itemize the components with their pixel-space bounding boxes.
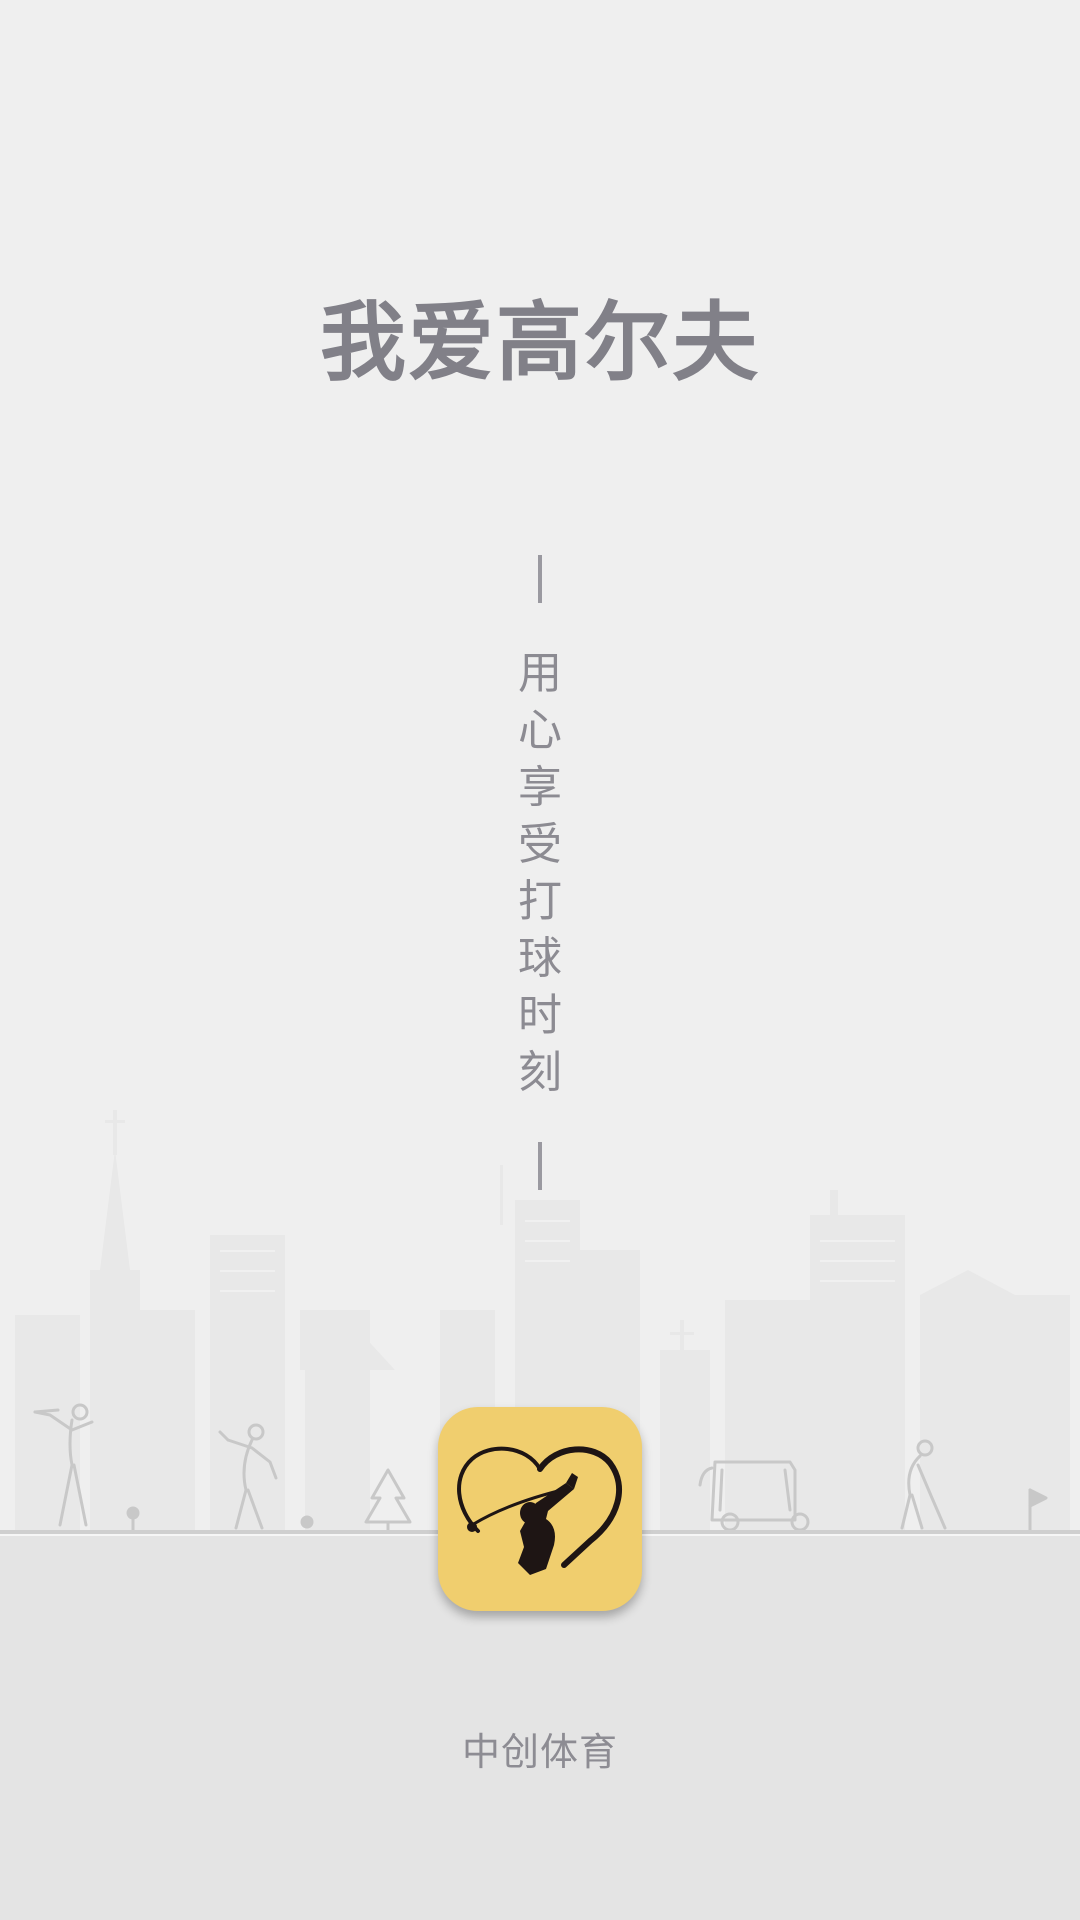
golfer-heart-icon (457, 1446, 622, 1575)
slogan-divider-top (538, 555, 542, 603)
slogan-char: 时 (518, 990, 562, 1041)
ball-icon (300, 1515, 314, 1529)
slogan-vertical: 用 心 享 受 打 球 时 刻 (510, 645, 570, 1101)
slogan-char: 受 (518, 819, 562, 870)
slogan-char: 用 (518, 648, 562, 699)
slogan-char: 享 (518, 762, 562, 813)
pine-tree-icon (364, 1468, 412, 1534)
app-logo-icon (438, 1407, 642, 1611)
slogan-char: 心 (518, 705, 562, 756)
slogan-char: 球 (518, 933, 562, 984)
company-name: 中创体育 (461, 1730, 618, 1774)
slogan-char: 打 (518, 876, 562, 927)
app-title: 我爱高尔夫 (320, 293, 760, 393)
